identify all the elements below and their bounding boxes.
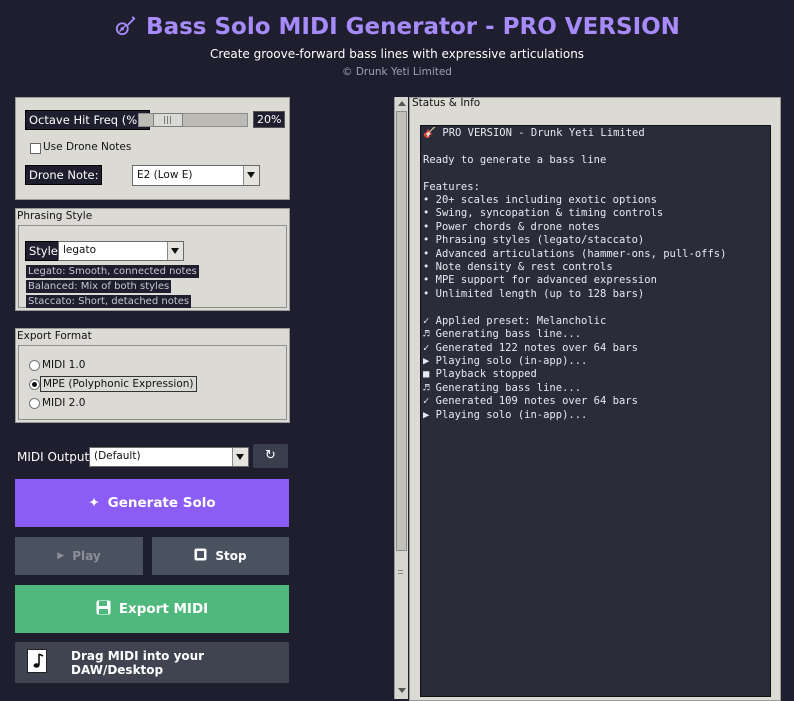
sparkle-icon: ✦ <box>88 495 100 511</box>
drag-midi-button[interactable]: Drag MIDI into your DAW/Desktop <box>15 642 289 683</box>
status-title: Status & Info <box>412 97 481 109</box>
status-line: • Phrasing styles (legato/staccato) <box>423 234 645 247</box>
play-label: Play <box>72 549 101 563</box>
status-line: Features: <box>423 180 480 193</box>
status-line: • MPE support for advanced expression <box>423 274 657 287</box>
radio-mpe[interactable] <box>29 379 40 390</box>
drone-note-value: E2 (Low E) <box>137 169 193 181</box>
status-line: ✓ Applied preset: Melancholic <box>423 314 607 327</box>
app-title-text: Bass Solo MIDI Generator - PRO VERSION <box>146 14 680 40</box>
app-title: Bass Solo MIDI Generator - PRO VERSION <box>0 14 794 40</box>
status-line <box>423 167 763 180</box>
status-line: 🎸 PRO VERSION - Drunk Yeti Limited <box>423 127 645 139</box>
play-button[interactable]: ▶ Play <box>15 537 143 575</box>
phrasing-desc-balanced: Balanced: Mix of both styles <box>26 280 172 293</box>
radio-midi-1-label: MIDI 1.0 <box>42 359 86 371</box>
status-line: ▶ Playing solo (in-app)... <box>423 408 588 421</box>
phrasing-desc-legato: Legato: Smooth, connected notes <box>26 265 199 278</box>
generate-solo-button[interactable]: ✦ Generate Solo <box>15 479 289 527</box>
drag-midi-label: Drag MIDI into your DAW/Desktop <box>71 648 205 677</box>
guitar-icon <box>114 14 136 40</box>
phrasing-panel: Phrasing Style Style: legato Legato: Smo… <box>15 208 290 311</box>
status-line: ■ Playback stopped <box>423 368 537 381</box>
export-format-panel: Export Format MIDI 1.0 MPE (Polyphonic E… <box>15 328 290 423</box>
status-line: ✓ Generated 109 notes over 64 bars <box>423 395 638 408</box>
drone-checkbox[interactable] <box>30 143 41 154</box>
scrollbar[interactable] <box>394 97 408 699</box>
status-line: • 20+ scales including exotic options <box>423 194 657 207</box>
status-line: • Note density & rest controls <box>423 261 613 274</box>
options-panel: Octave Hit Freq (%): 20% Use Drone Notes… <box>15 97 290 200</box>
export-midi-label: Export MIDI <box>118 601 209 617</box>
generate-solo-label: Generate Solo <box>107 495 216 511</box>
scroll-up-icon[interactable] <box>396 98 407 110</box>
octave-value: 20% <box>253 111 286 128</box>
midi-output-value: (Default) <box>94 450 141 462</box>
chevron-down-icon[interactable] <box>243 166 259 185</box>
status-log: 🎸 PRO VERSION - Drunk Yeti Limited Ready… <box>423 127 763 422</box>
octave-slider-thumb[interactable] <box>153 113 183 127</box>
octave-slider[interactable] <box>138 113 248 127</box>
status-line: Ready to generate a bass line <box>423 153 607 166</box>
play-icon: ▶ <box>57 551 65 561</box>
status-line: ♬ Generating bass line... <box>423 381 582 394</box>
radio-mpe-label: MPE (Polyphonic Expression) <box>40 376 197 392</box>
drone-checkbox-label: Use Drone Notes <box>43 141 132 153</box>
drone-note-label: Drone Note: <box>25 165 103 185</box>
style-select[interactable]: legato <box>58 241 184 261</box>
status-line: ✓ Generated 122 notes over 64 bars <box>423 341 638 354</box>
status-line <box>423 140 763 153</box>
octave-hit-label: Octave Hit Freq (%): <box>25 110 150 130</box>
floppy-disk-icon <box>96 600 111 619</box>
status-line: ▶ Playing solo (in-app)... <box>423 354 588 367</box>
scroll-thumb[interactable] <box>396 111 407 551</box>
music-file-icon <box>27 649 47 676</box>
style-value: legato <box>63 244 97 256</box>
app-subtitle: Create groove-forward bass lines with ex… <box>209 47 585 61</box>
stop-icon <box>194 548 207 564</box>
radio-midi-2[interactable] <box>29 398 40 409</box>
midi-output-label: MIDI Output: <box>17 450 94 464</box>
stop-label: Stop <box>215 549 247 563</box>
radio-midi-2-label: MIDI 2.0 <box>42 397 86 409</box>
drone-note-select[interactable]: E2 (Low E) <box>132 165 260 186</box>
refresh-button[interactable]: ↻ <box>253 444 288 468</box>
midi-output-select[interactable]: (Default) <box>89 447 249 467</box>
stop-button[interactable]: Stop <box>152 537 289 575</box>
status-line <box>423 301 763 314</box>
refresh-icon: ↻ <box>265 448 276 463</box>
radio-midi-1[interactable] <box>29 360 40 371</box>
status-line: • Unlimited length (up to 128 bars) <box>423 287 645 300</box>
status-line: • Power chords & drone notes <box>423 220 601 233</box>
phrasing-title: Phrasing Style <box>17 210 93 222</box>
status-line: • Swing, syncopation & timing controls <box>423 207 664 220</box>
copyright: © Drunk Yeti Limited <box>342 66 452 78</box>
scroll-down-icon[interactable] <box>396 685 407 697</box>
chevron-down-icon[interactable] <box>232 448 248 466</box>
phrasing-desc-staccato: Staccato: Short, detached notes <box>26 295 192 308</box>
chevron-down-icon[interactable] <box>167 242 183 260</box>
status-line: ♬ Generating bass line... <box>423 328 582 341</box>
status-line: • Advanced articulations (hammer-ons, pu… <box>423 247 727 260</box>
export-midi-button[interactable]: Export MIDI <box>15 585 289 633</box>
export-format-title: Export Format <box>17 330 92 342</box>
